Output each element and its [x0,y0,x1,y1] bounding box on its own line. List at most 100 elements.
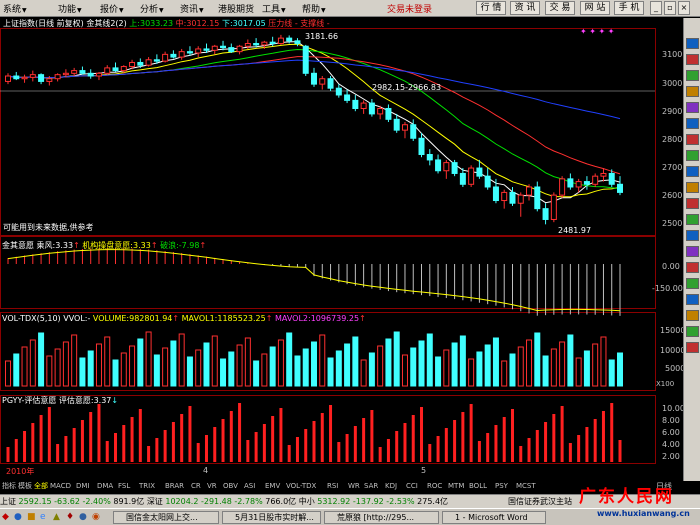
evaluation-bar [403,423,407,462]
task-stock-article[interactable]: 5月31日股市实时解... [222,511,321,524]
side-tool-icon[interactable] [686,134,699,145]
indicator-tab[interactable]: BOLL [469,480,487,492]
quicklaunch-icon-1[interactable]: ● [14,512,22,522]
task-word[interactable]: 1 - Microsoft Word [442,511,546,524]
candle-body [435,159,442,172]
menu-analysis[interactable]: 分析▼ [140,2,164,15]
restore-icon[interactable]: ▫ [664,1,676,15]
task-guoxin[interactable]: 国信金太阳网上交... [113,511,219,524]
evaluation-bar [461,412,465,462]
indicator-tab[interactable]: ASI [244,480,255,492]
menu-tools[interactable]: 工具▼ [262,2,286,15]
annotation-high: 3181.66 [305,32,339,41]
indicator-tab[interactable]: VOL-TDX [286,480,316,492]
indicator-tab[interactable]: KDJ [385,480,397,492]
trade-button[interactable]: 交 易 [545,1,575,15]
side-tool-icon[interactable] [686,198,699,209]
menu-hk-futures[interactable]: 港股期货 [218,2,254,15]
close-icon[interactable]: × [678,1,690,15]
side-tool-icon[interactable] [686,102,699,113]
indicator-tab[interactable]: PSY [495,480,508,492]
evaluation-bar [304,429,308,462]
menu-help[interactable]: 帮助▼ [302,2,326,15]
evaluation-bar [6,447,10,462]
evaluation-bar [477,441,481,462]
volume-bar [352,336,359,387]
volume-bar [410,347,417,387]
side-tool-icon[interactable] [686,278,699,289]
side-tool-icon[interactable] [686,310,699,321]
will-line-yellow [7,249,621,312]
side-tool-icon[interactable] [686,182,699,193]
side-tool-icon[interactable] [686,342,699,353]
indicator-tab[interactable]: MTM [448,480,464,492]
side-tool-icon[interactable] [686,326,699,337]
indicator-tab[interactable]: MACD [50,480,71,492]
indicator-tab[interactable]: FSL [118,480,130,492]
side-tool-icon[interactable] [686,54,699,65]
quicklaunch-icon-2[interactable]: ■ [27,512,36,522]
menu-system[interactable]: 系统▼ [3,2,27,15]
evaluation-bar [229,411,233,462]
start-icon[interactable]: ◆ [2,512,9,522]
quicklaunch-icon-4[interactable]: ▲ [53,512,60,522]
quote-field: 上证 [0,497,19,506]
candle-body [534,186,541,210]
candle-body [277,37,284,45]
side-tool-icon[interactable] [686,70,699,81]
indicator-tab[interactable]: EMV [265,480,280,492]
side-tool-icon[interactable] [686,246,699,257]
candle-body [153,59,160,62]
volume-unit: X100 [656,380,675,388]
indicator-tab[interactable]: DMA [97,480,113,492]
indicator-tab[interactable]: TRIX [139,480,155,492]
quicklaunch-icon-6[interactable]: ● [79,512,87,522]
volume-bar [468,358,475,387]
side-tool-icon[interactable] [686,166,699,177]
indicator-tab[interactable]: 指标 [2,480,16,492]
task-huangyuanlang[interactable]: 荒原狼 [http://295... [324,511,439,524]
indicator-tab[interactable]: 模板 [18,480,32,492]
candle-body [327,78,334,89]
mobile-button[interactable]: 手 机 [614,1,644,15]
quicklaunch-icon-7[interactable]: ◉ [92,512,100,522]
will-axis-neg: -150.00 [652,284,683,293]
website-button[interactable]: 网 站 [580,1,610,15]
side-tool-icon[interactable] [686,150,699,161]
indicator-tab[interactable]: CCI [406,480,418,492]
server-label[interactable]: 国信证券武汉主站 [508,495,572,509]
side-tool-icon[interactable] [686,118,699,129]
quicklaunch-icon-3[interactable]: e [40,512,46,522]
indicator-tab[interactable]: MCST [516,480,536,492]
side-tool-icon[interactable] [686,230,699,241]
evaluation-bar [130,417,134,462]
side-tool-icon[interactable] [686,214,699,225]
menu-info[interactable]: 资讯▼ [180,2,204,15]
side-tool-icon[interactable] [686,86,699,97]
indicator-tab[interactable]: VR [207,480,217,492]
quicklaunch-icon-5[interactable]: ♦ [66,512,74,522]
indicator-tab[interactable]: BRAR [165,480,184,492]
ma-5-line [7,41,621,204]
side-tool-icon[interactable] [686,38,699,49]
indicator-tab[interactable]: SAR [364,480,378,492]
indicator-tab[interactable]: OBV [223,480,238,492]
indicator-tab[interactable]: WR [348,480,360,492]
menu-quote[interactable]: 报价▼ [100,2,124,15]
quote-button[interactable]: 行 情 [476,1,506,15]
indicator-tab[interactable]: 全部 [34,480,48,492]
indicator-tab[interactable]: DMI [76,480,90,492]
info-button[interactable]: 资 讯 [510,1,540,15]
side-tool-icon[interactable] [686,294,699,305]
side-tool-icon[interactable] [686,262,699,273]
indicator-tab[interactable]: CR [191,480,201,492]
indicator-tab[interactable]: ROC [427,480,442,492]
volume-bar [178,333,185,387]
indicator-tab[interactable]: RSI [327,480,338,492]
candle-body [451,162,458,174]
evaluation-bar [362,418,366,462]
minimize-icon[interactable]: _ [650,1,662,15]
evaluation-bar [138,409,142,462]
evaluation-bar [519,446,523,462]
menu-function[interactable]: 功能▼ [58,2,82,15]
